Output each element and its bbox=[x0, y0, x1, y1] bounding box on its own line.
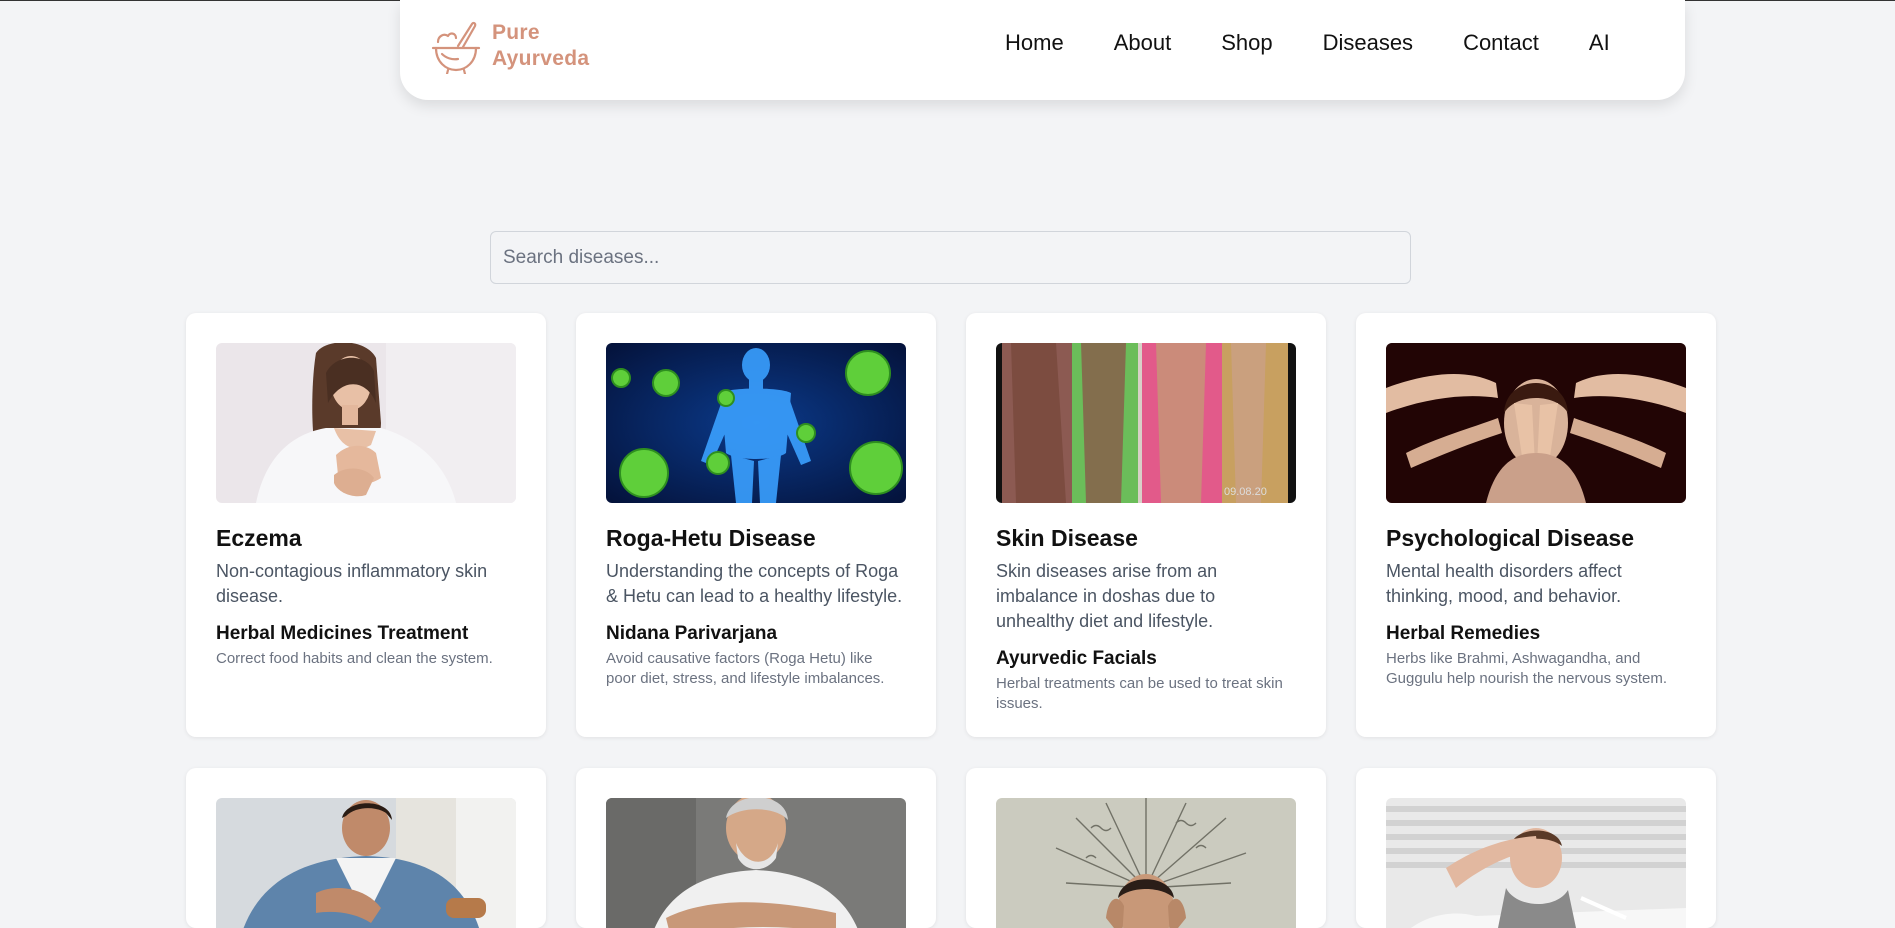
nav-link-home[interactable]: Home bbox=[1005, 28, 1064, 58]
disease-card-row2-3[interactable] bbox=[966, 768, 1326, 928]
card-description: Non-contagious inflammatory skin disease… bbox=[216, 561, 488, 606]
card-subtitle: Ayurvedic Facials bbox=[996, 648, 1157, 669]
search-input[interactable] bbox=[490, 231, 1411, 284]
nav-link-diseases[interactable]: Diseases bbox=[1323, 28, 1413, 58]
image-watermark: 09.08.20 bbox=[1224, 486, 1267, 498]
card-subtitle: Nidana Parivarjana bbox=[606, 623, 778, 644]
card-subtitle: Herbal Remedies bbox=[1386, 623, 1541, 644]
nav-link-shop[interactable]: Shop bbox=[1221, 28, 1272, 58]
eczema-image bbox=[216, 343, 516, 503]
card-description: Skin diseases arise from an imbalance in… bbox=[996, 561, 1218, 631]
stress-image bbox=[996, 798, 1296, 928]
chest-pain-image bbox=[216, 798, 516, 928]
card-description: Understanding the concepts of Roga & Het… bbox=[606, 561, 903, 606]
disease-card-roga-hetu[interactable]: Roga-Hetu Disease Understanding the conc… bbox=[576, 313, 936, 737]
disease-card-psychological[interactable]: Psychological Disease Mental health diso… bbox=[1356, 313, 1716, 737]
roga-hetu-image bbox=[606, 343, 906, 503]
card-description: Mental health disorders affect thinking,… bbox=[1386, 561, 1622, 606]
brand-name-line2: Ayurveda bbox=[492, 47, 590, 70]
nav-link-contact[interactable]: Contact bbox=[1463, 28, 1539, 58]
psychological-disease-image bbox=[1386, 343, 1686, 503]
nav-links: Home About Shop Diseases Contact AI bbox=[1005, 28, 1610, 58]
brand-logo[interactable]: Pure Ayurveda bbox=[428, 18, 589, 74]
card-subtitle: Herbal Medicines Treatment bbox=[216, 623, 469, 644]
card-note: Herbal treatments can be used to treat s… bbox=[996, 675, 1283, 712]
card-note: Herbs like Brahmi, Ashwagandha, and Gugg… bbox=[1386, 650, 1667, 687]
disease-card-row2-2[interactable] bbox=[576, 768, 936, 928]
card-title: Roga-Hetu Disease bbox=[606, 525, 816, 551]
nav-link-ai[interactable]: AI bbox=[1589, 28, 1610, 58]
disease-card-eczema[interactable]: Eczema Non-contagious inflammatory skin … bbox=[186, 313, 546, 737]
brand-name-line1: Pure bbox=[492, 21, 540, 44]
card-note: Correct food habits and clean the system… bbox=[216, 650, 493, 667]
card-note: Avoid causative factors (Roga Hetu) like… bbox=[606, 650, 885, 687]
fever-image bbox=[1386, 798, 1686, 928]
skin-disease-image: 09.08.20 bbox=[996, 343, 1296, 503]
card-title: Eczema bbox=[216, 525, 302, 551]
card-title: Psychological Disease bbox=[1386, 525, 1635, 551]
disease-card-row2-4[interactable] bbox=[1356, 768, 1716, 928]
navbar: Pure Ayurveda Home About Shop Diseases C… bbox=[400, 0, 1685, 100]
joint-pain-image bbox=[606, 798, 906, 928]
disease-card-skin[interactable]: 09.08.20 Skin Disease Skin diseases aris… bbox=[966, 313, 1326, 737]
nav-link-about[interactable]: About bbox=[1114, 28, 1172, 58]
card-title: Skin Disease bbox=[996, 525, 1138, 551]
brand-name: Pure Ayurveda bbox=[492, 20, 589, 72]
mortar-pestle-icon bbox=[431, 21, 481, 74]
disease-card-row2-1[interactable] bbox=[186, 768, 546, 928]
